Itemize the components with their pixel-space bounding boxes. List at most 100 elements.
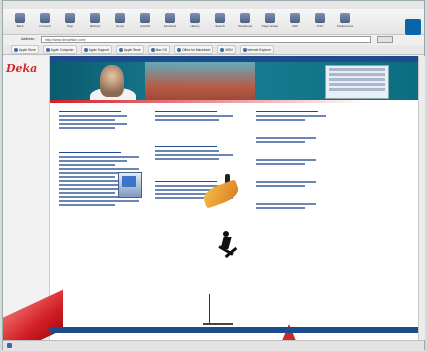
text-line — [256, 181, 316, 183]
text-line — [155, 185, 220, 187]
bookmark-icon — [150, 47, 155, 52]
forward-arrow-icon — [40, 13, 50, 23]
site-logo[interactable]: Deka — [6, 62, 37, 75]
text-line — [59, 196, 127, 198]
hero-info-panel — [325, 65, 389, 99]
bookmark-icon — [118, 47, 123, 52]
hero-person-face — [100, 65, 124, 97]
bookmark-icon — [177, 47, 182, 52]
text-line — [59, 156, 139, 158]
preferences-button[interactable]: Preferences — [336, 9, 354, 33]
bookmark-item[interactable]: Internet Explorer — [239, 45, 275, 54]
left-sidebar: Deka — [3, 56, 63, 340]
web-page: Deka — [3, 56, 424, 340]
section-title — [59, 110, 121, 112]
history-icon — [190, 13, 200, 23]
stop-icon — [65, 13, 75, 23]
print-icon — [315, 13, 325, 23]
text-line — [256, 141, 305, 143]
hero-sea-image — [145, 62, 255, 100]
home-button[interactable]: Home — [111, 9, 129, 33]
status-icon — [7, 343, 12, 348]
section-title — [256, 110, 318, 112]
text-line — [59, 172, 127, 174]
content-column-3 — [256, 110, 326, 211]
refresh-button[interactable]: Refresh — [86, 9, 104, 33]
red-divider — [50, 100, 424, 103]
status-bar — [3, 340, 424, 351]
bookmark-item[interactable]: Mac OS — [147, 45, 171, 54]
text-line — [59, 160, 127, 162]
search-icon — [215, 13, 225, 23]
stop-button[interactable]: Stop — [61, 9, 79, 33]
bookmark-item[interactable]: Apple Computer — [42, 45, 77, 54]
history-button[interactable]: History — [186, 9, 204, 33]
text-line — [256, 137, 316, 139]
vertical-scrollbar[interactable] — [418, 56, 425, 340]
back-button[interactable]: Back — [11, 9, 29, 33]
bookmark-item[interactable]: Apple Store — [11, 45, 39, 54]
text-line — [59, 200, 139, 202]
search-button[interactable]: Search — [211, 9, 229, 33]
section-title — [155, 180, 217, 182]
text-line — [59, 192, 115, 194]
back-arrow-icon — [15, 13, 25, 23]
text-line — [155, 150, 220, 152]
browser-window: Back Forward Stop Refresh Home AutoFill … — [2, 0, 425, 351]
text-line — [59, 204, 115, 206]
text-line — [59, 164, 115, 166]
mail-icon — [290, 13, 300, 23]
text-line — [256, 159, 316, 161]
bookmark-icon — [14, 47, 18, 52]
preferences-icon — [340, 13, 350, 23]
mail-button[interactable]: Mail — [286, 9, 304, 33]
text-line — [59, 127, 115, 129]
text-line — [155, 119, 220, 121]
bookmark-item[interactable]: MSN — [217, 45, 236, 54]
scrapbook-button[interactable]: Scrapbook — [236, 9, 254, 33]
text-line — [59, 119, 115, 121]
browser-toolbar: Back Forward Stop Refresh Home AutoFill … — [3, 9, 424, 35]
favorites-icon — [165, 13, 175, 23]
text-line — [59, 184, 127, 186]
go-button[interactable] — [377, 36, 393, 43]
bookmark-icon — [242, 47, 247, 52]
text-line — [59, 123, 127, 125]
text-line — [256, 119, 305, 121]
panel-row — [329, 78, 385, 81]
bookmark-item[interactable]: Office for Macintosh — [174, 45, 214, 54]
address-label: Address: — [21, 37, 35, 41]
text-line — [256, 163, 305, 165]
text-line — [59, 115, 127, 117]
page-holder-button[interactable]: Page Holder — [261, 9, 279, 33]
browser-logo-icon — [405, 19, 421, 35]
skater-illustration — [214, 231, 238, 261]
panel-row — [329, 88, 385, 91]
text-line — [155, 115, 234, 117]
text-line — [155, 158, 220, 160]
autofill-button[interactable]: AutoFill — [136, 9, 154, 33]
forward-button[interactable]: Forward — [36, 9, 54, 33]
favorites-button[interactable]: Favorites — [161, 9, 179, 33]
bookmark-icon — [83, 47, 88, 52]
text-line — [256, 203, 316, 205]
print-button[interactable]: Print — [311, 9, 329, 33]
panel-row — [329, 73, 385, 76]
footer-navigation — [50, 327, 424, 333]
text-line — [256, 207, 305, 209]
scrapbook-icon — [240, 13, 250, 23]
section-title — [155, 110, 217, 112]
refresh-icon — [90, 13, 100, 23]
bookmark-item[interactable]: Apple Store — [115, 45, 144, 54]
address-input[interactable]: http://www.decathlon.com/ — [41, 36, 371, 43]
hero-banner — [50, 62, 424, 100]
bookmark-icon — [220, 47, 225, 52]
autofill-icon — [140, 13, 150, 23]
bookmark-item[interactable]: Apple Support — [80, 45, 112, 54]
panel-row — [329, 68, 385, 71]
pole-illustration — [209, 294, 210, 324]
home-icon — [115, 13, 125, 23]
page-holder-icon — [265, 13, 275, 23]
panel-row — [329, 83, 385, 86]
section-title — [59, 151, 121, 153]
